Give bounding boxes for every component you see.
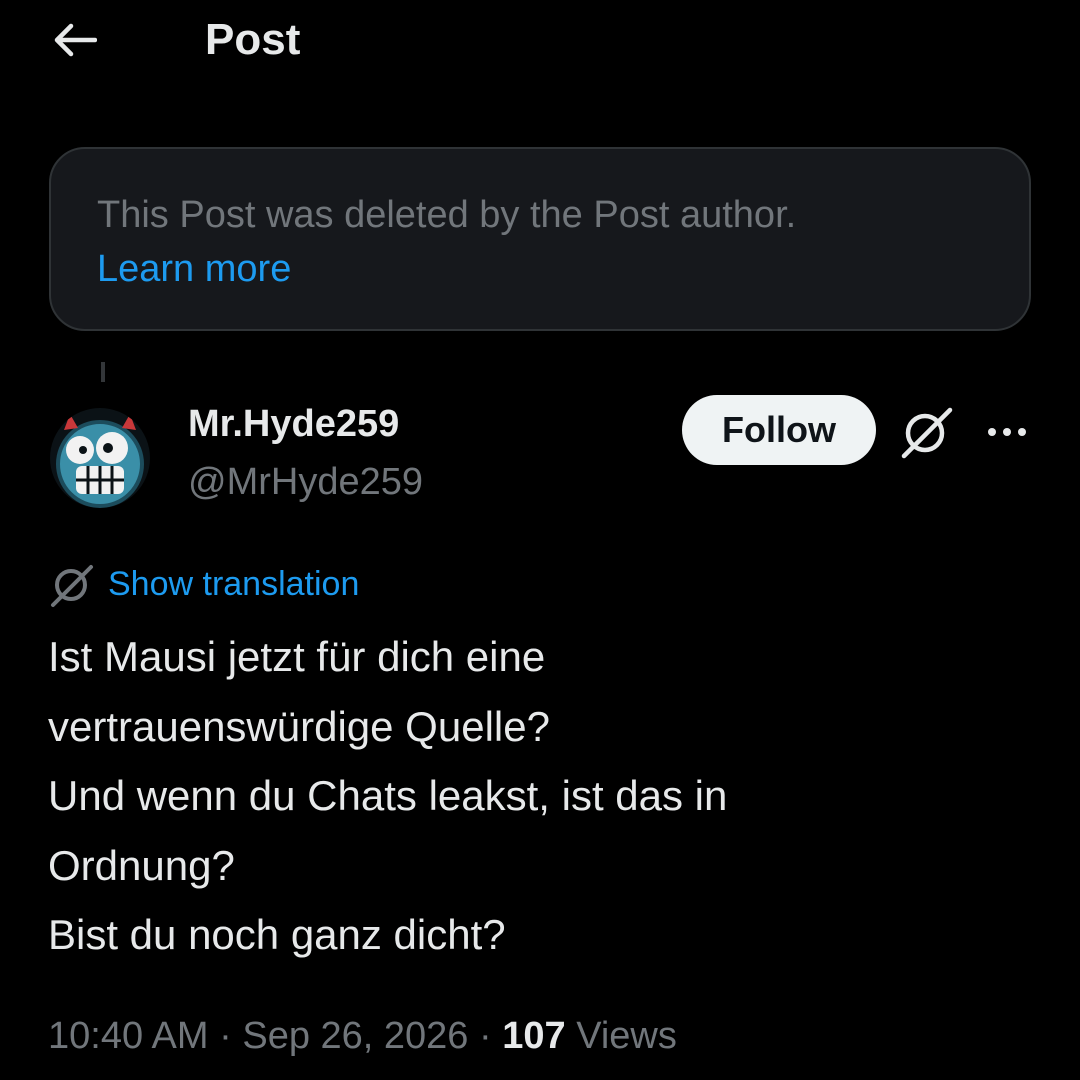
- author-display-name[interactable]: Mr.Hyde259: [188, 400, 399, 448]
- views-count[interactable]: 107: [502, 1015, 565, 1057]
- deleted-post-text: This Post was deleted by the Post author…: [97, 194, 797, 236]
- grok-icon[interactable]: [898, 402, 956, 460]
- top-bar: Post: [0, 0, 1080, 80]
- follow-button[interactable]: Follow: [682, 395, 876, 465]
- thread-connector: [101, 362, 105, 382]
- post-line: Ordnung?: [48, 841, 235, 889]
- author-handle[interactable]: @MrHyde259: [188, 458, 423, 506]
- more-options-icon[interactable]: [982, 412, 1032, 452]
- views-label[interactable]: Views: [576, 1015, 677, 1057]
- avatar[interactable]: [50, 408, 150, 508]
- arrow-left-icon: [54, 23, 97, 57]
- post-line: Ist Mausi jetzt für dich eine: [48, 633, 546, 680]
- show-translation-button[interactable]: Show translation: [48, 558, 359, 610]
- avatar-image: [50, 408, 150, 508]
- grok-translate-icon: [51, 565, 93, 607]
- meta-separator: ·: [219, 1015, 232, 1057]
- post-line: Bist du noch ganz dicht?: [48, 911, 506, 958]
- post-line: vertrauenswürdige Quelle?: [48, 702, 550, 750]
- deleted-post-notice: This Post was deleted by the Post author…: [49, 147, 1031, 331]
- back-button[interactable]: [48, 16, 102, 64]
- post-meta: 10:40 AM · Sep 26, 2026 · 107 Views: [48, 1010, 677, 1062]
- show-translation-label: Show translation: [108, 564, 360, 603]
- post-line: Und wenn du Chats leakst, ist das in: [48, 772, 728, 819]
- meta-separator: ·: [479, 1015, 492, 1057]
- post-time[interactable]: 10:40 AM: [48, 1015, 209, 1057]
- learn-more-link[interactable]: Learn more: [97, 241, 983, 297]
- page-title: Post: [205, 15, 301, 64]
- post-text: Ist Mausi jetzt für dich eine vertrauens…: [48, 622, 1028, 970]
- post-date[interactable]: Sep 26, 2026: [242, 1015, 468, 1057]
